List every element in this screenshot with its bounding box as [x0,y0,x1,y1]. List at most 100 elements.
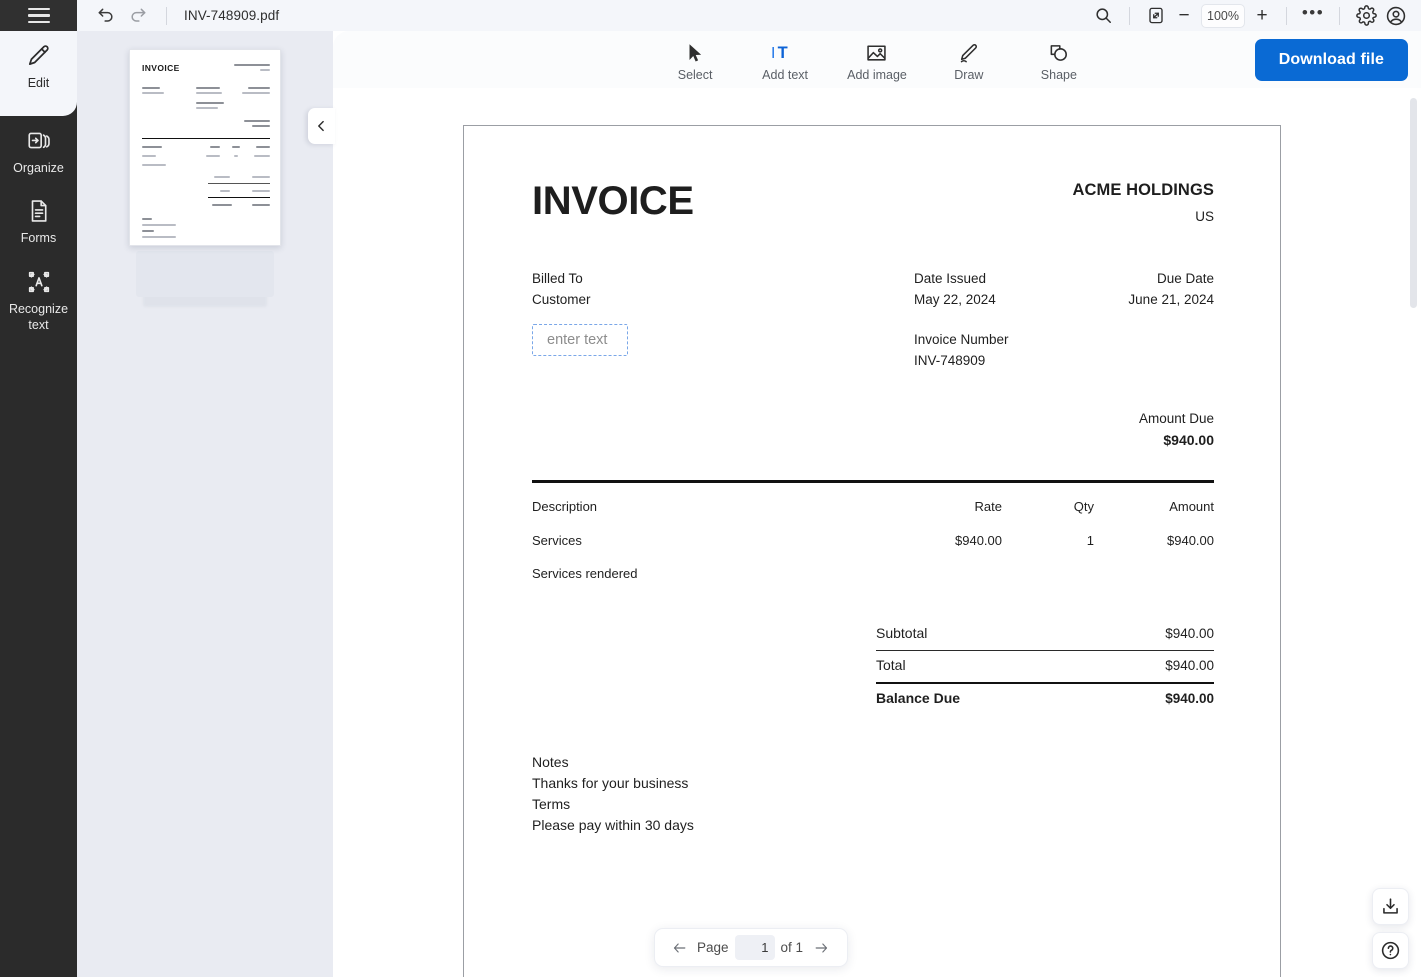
toolbar-divider-3 [1286,7,1287,25]
thumbnail-line [214,176,230,178]
sidebar-item-forms[interactable]: Forms [0,186,77,257]
cell-description: Services [532,533,852,566]
thumbnail-line [206,155,220,157]
sidebar-item-label-organize: Organize [13,161,64,177]
left-navigation-rail: Edit Organize Forms [0,31,77,977]
thumbnail-line [220,190,230,192]
invoice-number-value: INV-748909 [914,353,1094,368]
totals-row-subtotal: Subtotal $940.00 [876,619,1214,651]
vertical-scrollbar[interactable] [1410,98,1417,308]
due-date-value: June 21, 2024 [1094,292,1214,307]
enter-text-placeholder-box[interactable]: enter text [532,324,628,356]
invoice-number-block: Invoice Number INV-748909 [914,332,1094,368]
thumbnail-invoice-title: INVOICE [142,63,180,73]
tool-shape[interactable]: Shape [1031,38,1087,82]
cell-sub-description: Services rendered [532,566,1214,599]
hamburger-icon [28,8,50,24]
previous-page-button[interactable] [667,936,691,960]
pdf-page-1[interactable]: INVOICE ACME HOLDINGS US Billed To Custo… [463,125,1281,977]
sidebar-item-label-recognize-text: Recognize text [2,302,75,333]
totals-block: Subtotal $940.00 Total $940.00 Balance D… [876,619,1214,715]
sidebar-item-recognize-text[interactable]: Recognize text [0,257,77,343]
thumbnail-line [234,64,270,66]
file-name-label: INV-748909.pdf [184,8,279,23]
editing-toolbar: Select I T Add text Add image [333,31,1421,88]
totals-label-balance-due: Balance Due [876,690,960,706]
zoom-level-display[interactable]: 100% [1201,4,1245,28]
top-bar: INV-748909.pdf − 100% + ••• [0,0,1421,31]
thumbnail-panel: INVOICE [77,31,333,977]
download-fab-button[interactable] [1372,888,1409,925]
company-block: ACME HOLDINGS US [1072,181,1214,224]
cursor-arrow-icon [684,42,706,64]
thumbnail-stack: INVOICE [129,49,281,246]
fit-page-button[interactable] [1141,2,1171,30]
column-header-rate: Rate [852,499,1002,533]
amount-due-value: $940.00 [532,432,1214,448]
due-date-block: Due Date June 21, 2024 [1094,271,1214,368]
next-page-button[interactable] [809,936,833,960]
sidebar-item-organize[interactable]: Organize [0,116,77,187]
table-row: Services $940.00 1 $940.00 [532,533,1214,566]
thumbnail-line [196,102,224,104]
tool-draw[interactable]: Draw [941,38,997,82]
tool-add-text[interactable]: I T Add text [757,38,813,82]
thumbnail-line [252,204,270,206]
thumbnail-line [232,146,240,148]
totals-value-subtotal: $940.00 [1165,626,1214,641]
terms-label: Terms [532,794,1214,815]
zoom-out-button[interactable]: − [1171,3,1197,29]
invoice-content: INVOICE ACME HOLDINGS US Billed To Custo… [464,126,1282,837]
thumbnail-line [252,190,270,192]
hamburger-menu-button[interactable] [0,0,77,31]
thumbnail-page-1[interactable]: INVOICE [129,49,281,246]
sidebar-item-edit[interactable]: Edit [0,31,77,102]
amount-due-block: Amount Due $940.00 [532,411,1214,448]
gear-icon [1356,5,1377,26]
tool-label-add-image: Add image [847,68,907,82]
invoice-meta-row: Billed To Customer enter text Date Issue… [532,271,1214,368]
totals-label-subtotal: Subtotal [876,625,927,641]
toolbar-divider-4 [1339,7,1340,25]
thumbnail-rule [142,138,270,139]
account-button[interactable] [1381,2,1411,30]
page-number-input[interactable] [735,935,775,960]
recognize-text-icon [26,269,52,295]
column-header-qty: Qty [1002,499,1094,533]
pen-draw-icon [957,42,980,64]
question-mark-icon [1380,940,1401,961]
ellipsis-icon: ••• [1302,3,1324,29]
thumbnail-shadow-front [136,251,274,297]
more-options-button[interactable]: ••• [1298,2,1328,30]
table-row-subdescription: Services rendered [532,566,1214,599]
date-issued-value: May 22, 2024 [914,292,1094,307]
settings-button[interactable] [1351,2,1381,30]
tool-select[interactable]: Select [667,38,723,82]
chevron-left-icon [315,118,328,134]
help-fab-button[interactable] [1372,932,1409,969]
zoom-in-button[interactable]: + [1249,3,1275,29]
thumbnail-line [248,87,270,89]
page-scroll-area[interactable]: INVOICE ACME HOLDINGS US Billed To Custo… [333,88,1421,977]
notes-block: Notes Thanks for your business Terms Ple… [532,752,1214,837]
thumbnail-line [142,155,156,157]
thumbnail-line [142,92,164,94]
thumbnail-line [142,224,176,226]
redo-button[interactable] [123,2,153,30]
billed-to-block: Billed To Customer enter text [532,271,914,368]
shapes-icon [1047,42,1070,64]
search-button[interactable] [1088,2,1118,30]
collapse-thumbnail-panel-button[interactable] [308,108,335,144]
undo-button[interactable] [91,2,121,30]
thumbnail-rule [208,183,270,184]
terms-value: Please pay within 30 days [532,815,1214,836]
thumbnail-line [234,155,238,157]
notes-value: Thanks for your business [532,773,1214,794]
download-file-button[interactable]: Download file [1255,39,1408,81]
tool-add-image[interactable]: Add image [847,38,907,82]
forms-document-icon [26,198,52,224]
due-date-label: Due Date [1094,271,1214,286]
billed-to-label: Billed To [532,271,914,286]
table-header-row: Description Rate Qty Amount [532,499,1214,533]
date-issued-label: Date Issued [914,271,1094,286]
